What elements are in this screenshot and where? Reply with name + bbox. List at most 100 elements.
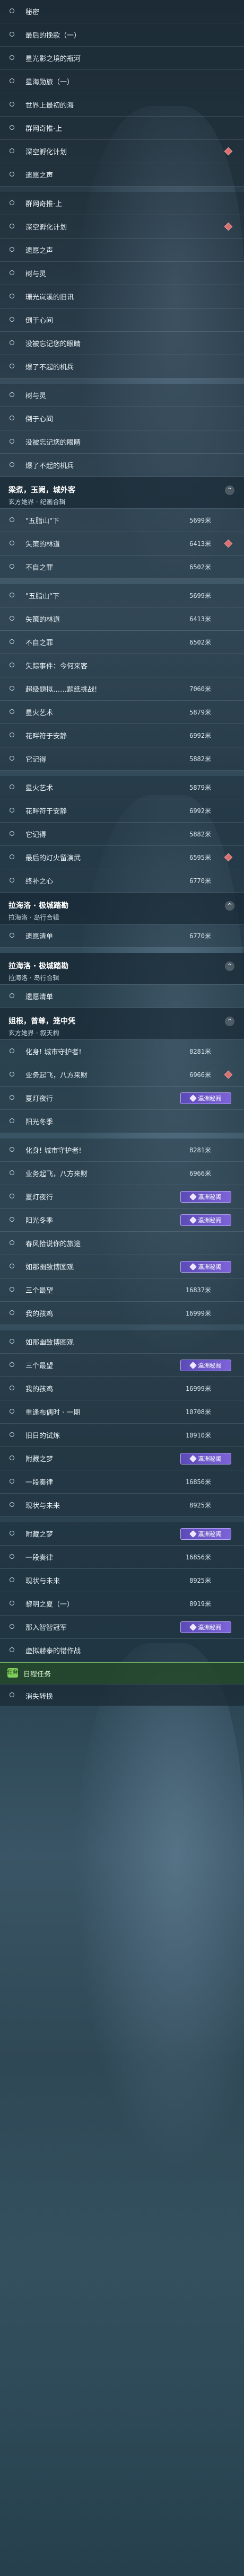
list-item[interactable]: 失策的林道 6413米 — [0, 607, 244, 631]
radio-circle-icon[interactable] — [10, 78, 14, 83]
radio-circle-icon[interactable] — [10, 1577, 14, 1582]
list-item[interactable]: 春风拾说你的旅途 — [0, 1232, 244, 1255]
list-item[interactable]: 阳光冬季 瀛洲秘阁 — [0, 1208, 244, 1232]
list-item[interactable]: 那入智智冠军 瀛洲秘阁 — [0, 1616, 244, 1639]
event-badge[interactable]: 瀛洲秘阁 — [180, 1528, 231, 1540]
list-item[interactable]: 星光影之境的瓶河 — [0, 47, 244, 70]
radio-circle-icon[interactable] — [10, 125, 14, 130]
list-item[interactable]: 倒于心间 — [0, 407, 244, 430]
list-item[interactable]: 深空孵化计划 — [0, 140, 244, 163]
list-item[interactable]: 最后的灯火留演武 6595米 — [0, 846, 244, 869]
radio-circle-icon[interactable] — [10, 148, 14, 153]
radio-circle-icon[interactable] — [10, 102, 14, 107]
bottom-task-bar[interactable]: 任务 日程任务 — [0, 1662, 244, 1684]
list-item[interactable]: 一段奏律 16856米 — [0, 1470, 244, 1494]
radio-circle-icon[interactable] — [10, 541, 14, 545]
list-item[interactable]: 世界上最初的海 — [0, 93, 244, 117]
list-item[interactable]: 树与灵 — [0, 384, 244, 407]
radio-circle-icon[interactable] — [10, 1432, 14, 1437]
radio-circle-icon[interactable] — [10, 639, 14, 644]
radio-circle-icon[interactable] — [10, 878, 14, 883]
radio-circle-icon[interactable] — [10, 564, 14, 569]
radio-circle-icon[interactable] — [10, 439, 14, 444]
radio-circle-icon[interactable] — [10, 1310, 14, 1315]
radio-circle-icon[interactable] — [10, 1502, 14, 1507]
list-item[interactable]: 群网奇推·上 — [0, 192, 244, 215]
radio-circle-icon[interactable] — [10, 8, 14, 13]
list-item[interactable]: 没被忘记您的眼睛 — [0, 332, 244, 355]
list-item[interactable]: 秘密 — [0, 0, 244, 23]
list-item[interactable]: 附藏之梦 瀛洲秘阁 — [0, 1447, 244, 1470]
list-item[interactable]: "五脂山"下 5699米 — [0, 509, 244, 532]
list-item[interactable]: 失踪事件：今何来客 — [0, 654, 244, 677]
radio-circle-icon[interactable] — [10, 1147, 14, 1152]
radio-circle-icon[interactable] — [10, 593, 14, 597]
list-item[interactable]: 爆了不起的机兵 — [0, 355, 244, 378]
event-badge[interactable]: 瀛洲秘阁 — [180, 1261, 231, 1273]
list-item[interactable]: 虚拟赫泰的错作战 — [0, 1639, 244, 1662]
radio-circle-icon[interactable] — [10, 756, 14, 761]
group-header[interactable]: 拉海洛 · 极城踏勘 拉海洛 · 岛行合辑 ^ — [0, 953, 244, 985]
list-item[interactable]: 它记得 5882米 — [0, 823, 244, 846]
collapse-chevron-icon[interactable]: ^ — [225, 901, 234, 911]
radio-circle-icon[interactable] — [10, 1531, 14, 1536]
radio-circle-icon[interactable] — [10, 1118, 14, 1123]
list-item[interactable]: 没被忘记您的眼睛 — [0, 430, 244, 454]
radio-circle-icon[interactable] — [10, 32, 14, 37]
list-item[interactable]: 星火艺术 5879米 — [0, 776, 244, 799]
radio-circle-icon[interactable] — [10, 172, 14, 177]
list-item[interactable]: 现状与未来 8925米 — [0, 1569, 244, 1592]
radio-circle-icon[interactable] — [10, 1386, 14, 1390]
group-header[interactable]: 姐根，曾尊，笼中凭 玄方她界 · 叙天构 ^ — [0, 1008, 244, 1040]
radio-circle-icon[interactable] — [10, 1624, 14, 1629]
collapse-chevron-icon[interactable]: ^ — [225, 961, 234, 971]
list-item[interactable]: 夏灯夜行8037米瀛洲秘阁 — [0, 1087, 244, 1110]
list-item[interactable]: 我的孩鸡 16999米 — [0, 1302, 244, 1325]
radio-circle-icon[interactable] — [10, 709, 14, 714]
list-item[interactable]: 三个最望 16837米 — [0, 1278, 244, 1302]
collapse-chevron-icon[interactable]: ^ — [225, 486, 234, 495]
radio-circle-icon[interactable] — [10, 462, 14, 467]
list-item[interactable]: 终补之心 6770米 — [0, 869, 244, 893]
radio-circle-icon[interactable] — [10, 1339, 14, 1344]
radio-circle-icon[interactable] — [10, 1048, 14, 1053]
list-item[interactable]: 花畔符于安静 6992米 — [0, 724, 244, 747]
radio-circle-icon[interactable] — [10, 1217, 14, 1222]
radio-circle-icon[interactable] — [10, 808, 14, 813]
list-item[interactable]: 夏灯夜行8037米瀛洲秘阁 — [0, 1185, 244, 1208]
radio-circle-icon[interactable] — [10, 1264, 14, 1268]
list-item[interactable]: 旧日的试炼 10910米 — [0, 1424, 244, 1447]
radio-circle-icon[interactable] — [10, 1362, 14, 1367]
list-item[interactable]: 业务起飞，八方来财 6966米 — [0, 1063, 244, 1087]
list-item[interactable]: 树与灵 — [0, 262, 244, 285]
list-item[interactable]: 附藏之梦 瀛洲秘阁 — [0, 1522, 244, 1546]
list-item[interactable]: 倒于心间 — [0, 308, 244, 332]
radio-circle-icon[interactable] — [10, 1601, 14, 1605]
radio-circle-icon[interactable] — [10, 616, 14, 621]
list-item[interactable]: 群网奇推·上 — [0, 117, 244, 140]
list-item[interactable]: 它记得 5882米 — [0, 747, 244, 771]
list-item[interactable]: "五脂山"下 5699米 — [0, 584, 244, 607]
radio-circle-icon[interactable] — [10, 1479, 14, 1484]
radio-circle-icon[interactable] — [10, 340, 14, 345]
list-item[interactable]: 黎明之夏（一） 8919米 — [0, 1592, 244, 1616]
list-item[interactable]: 最后的挽歌（一） — [0, 23, 244, 47]
event-badge[interactable]: 瀛洲秘阁 — [180, 1360, 231, 1371]
list-item[interactable]: 深空孵化计划 — [0, 215, 244, 239]
list-item[interactable]: 阳光冬季 — [0, 1110, 244, 1133]
list-item[interactable]: 三个最望16837米瀛洲秘阁 — [0, 1354, 244, 1377]
group-header[interactable]: 拉海洛 · 极城踏勘 拉海洛 · 岛行合辑 ^ — [0, 893, 244, 924]
list-item[interactable]: 超级题拟……题纸挑战! 7060米 — [0, 677, 244, 701]
radio-circle-icon[interactable] — [10, 1409, 14, 1414]
radio-circle-icon[interactable] — [10, 1170, 14, 1175]
event-badge[interactable]: 瀛洲秘阁 — [180, 1453, 231, 1465]
list-item[interactable]: 遗愿之声 — [0, 239, 244, 262]
list-item[interactable]: 遗愿之声 — [0, 163, 244, 187]
radio-circle-icon[interactable] — [10, 1554, 14, 1559]
list-item[interactable]: 星海勋旅（一） — [0, 70, 244, 93]
list-item[interactable]: 花畔符于安静 6992米 — [0, 799, 244, 823]
radio-circle-icon[interactable] — [10, 993, 14, 998]
list-item[interactable]: 失策的林道 6413米 — [0, 532, 244, 555]
list-item[interactable]: 化身! 城市守护者! 8281米 — [0, 1040, 244, 1063]
list-item[interactable]: 我的孩鸡 16999米 — [0, 1377, 244, 1400]
